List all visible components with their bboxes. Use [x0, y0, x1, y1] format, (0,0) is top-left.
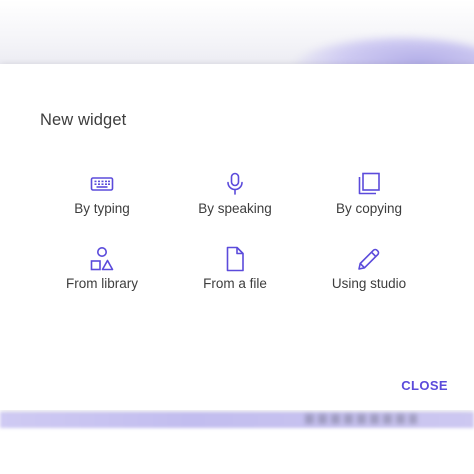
page: New widget By typing By speaking By copy…	[0, 0, 474, 474]
background-app-bottom	[0, 410, 474, 474]
microphone-icon	[221, 171, 249, 197]
option-label: By speaking	[198, 201, 272, 216]
option-from-library[interactable]: From library	[27, 246, 177, 296]
option-label: By copying	[335, 201, 403, 216]
copy-icon	[355, 171, 383, 197]
file-icon	[221, 246, 249, 272]
dialog-title: New widget	[40, 111, 127, 129]
option-label: Using studio	[331, 276, 407, 291]
option-by-speaking[interactable]: By speaking	[160, 171, 310, 221]
background-blurred-text	[305, 414, 417, 424]
close-button[interactable]: CLOSE	[401, 378, 448, 393]
option-label: By typing	[74, 201, 130, 216]
option-label: From a file	[203, 276, 267, 291]
background-app-top	[0, 0, 474, 98]
pencil-icon	[355, 246, 383, 272]
option-using-studio[interactable]: Using studio	[294, 246, 444, 296]
option-label: From library	[65, 276, 138, 291]
new-widget-dialog: New widget By typing By speaking By copy…	[0, 64, 474, 410]
option-from-a-file[interactable]: From a file	[160, 246, 310, 296]
shapes-icon	[88, 246, 116, 272]
option-by-copying[interactable]: By copying	[294, 171, 444, 221]
keyboard-icon	[88, 171, 116, 197]
option-by-typing[interactable]: By typing	[27, 171, 177, 221]
